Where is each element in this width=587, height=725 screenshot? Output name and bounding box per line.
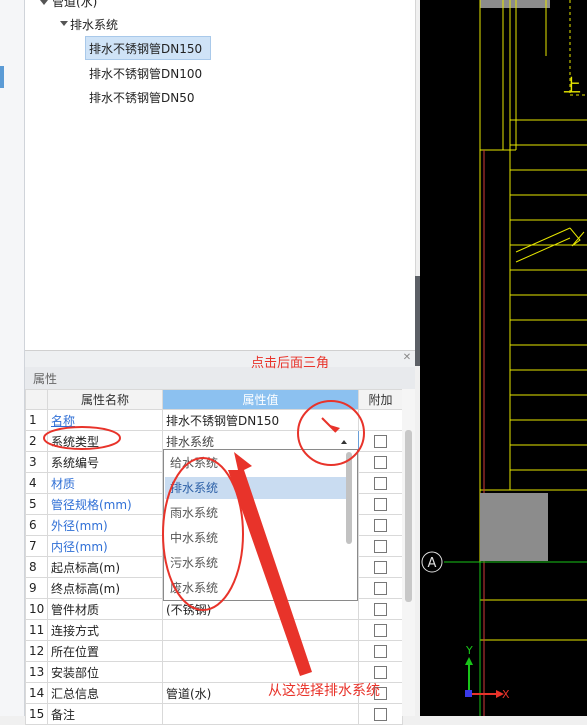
annotation-circle-options: [162, 457, 244, 611]
annotation-overlay: [43, 400, 365, 676]
annotation-circle-system-type: [43, 426, 121, 450]
annotation-circle-triangle: [297, 400, 365, 466]
annotation-pointer: [321, 417, 337, 433]
